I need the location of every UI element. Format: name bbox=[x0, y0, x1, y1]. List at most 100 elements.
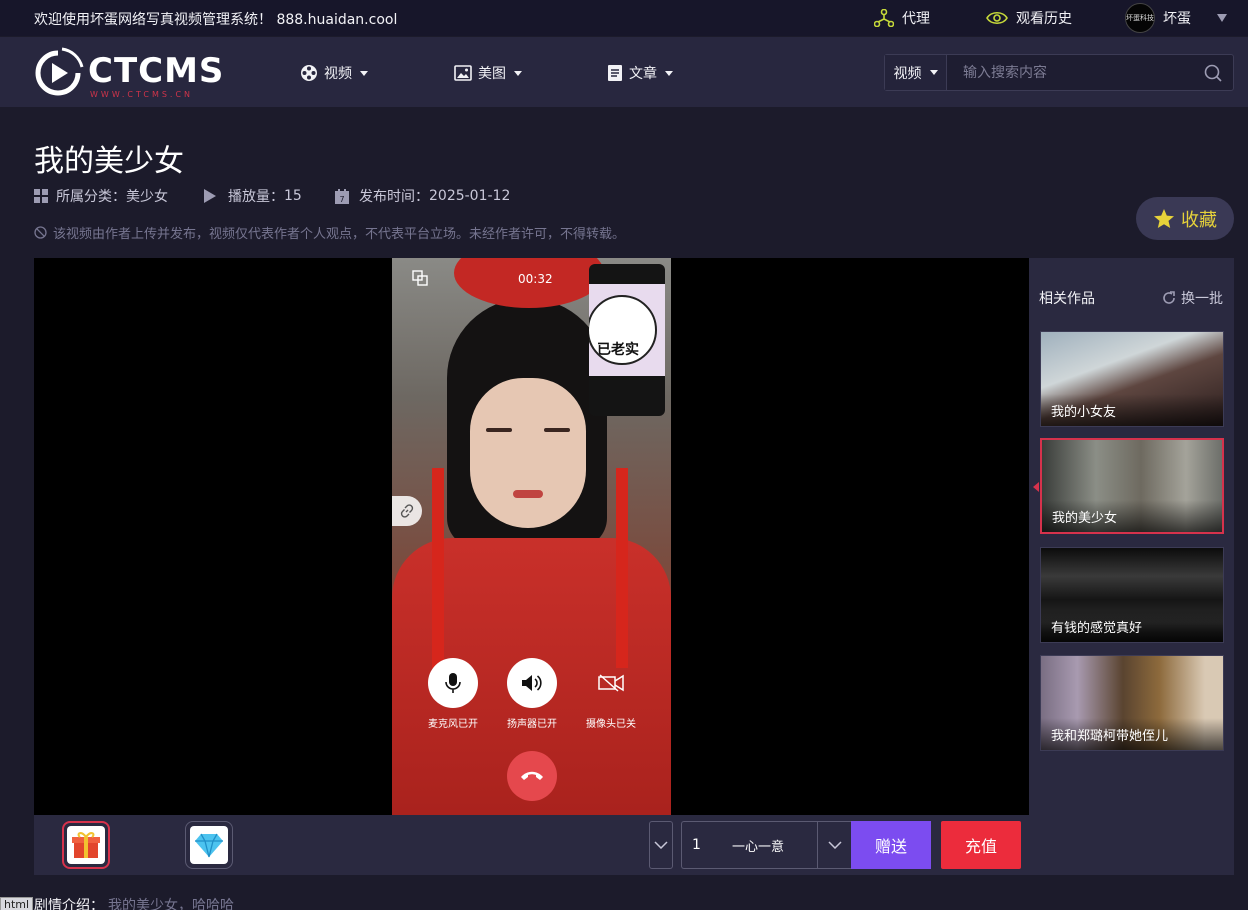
related-item[interactable]: 有钱的感觉真好 bbox=[1040, 547, 1224, 643]
category-label: 所属分类： bbox=[56, 189, 126, 205]
recharge-button[interactable]: 充值 bbox=[941, 821, 1021, 869]
mic-button[interactable] bbox=[428, 658, 478, 708]
video-player[interactable]: 00:32 已老实 麦克风已开 扬声器已开 摄像头已关 bbox=[34, 258, 1029, 815]
nav-articles-label: 文章 bbox=[629, 66, 657, 82]
history-link[interactable]: 观看历史 bbox=[986, 8, 1072, 28]
related-item[interactable]: 我的小女友 bbox=[1040, 331, 1224, 427]
link-icon bbox=[400, 504, 414, 518]
related-item[interactable]: 我和郑璐柯带她侄儿 bbox=[1040, 655, 1224, 751]
sticker-face-icon: 已老实 bbox=[589, 295, 657, 365]
top-bar: 欢迎使用坏蛋网络写真视频管理系统！ 888.huaidan.cool 代理 观看… bbox=[0, 0, 1248, 36]
related-heading: 相关作品 bbox=[1039, 291, 1095, 307]
grid-icon bbox=[34, 189, 48, 203]
related-item-title: 我和郑璐柯带她侄儿 bbox=[1041, 718, 1223, 750]
link-handle[interactable] bbox=[392, 496, 422, 526]
pip-window[interactable]: 已老实 bbox=[589, 264, 665, 416]
category-value[interactable]: 美少女 bbox=[126, 186, 168, 206]
category-meta: 所属分类： 美少女 bbox=[34, 186, 168, 206]
nav-video[interactable]: 视频 bbox=[300, 63, 368, 83]
favorite-button[interactable]: 收藏 bbox=[1136, 197, 1234, 240]
tassel bbox=[432, 468, 444, 668]
hangup-button[interactable] bbox=[507, 751, 557, 801]
prohibited-icon bbox=[34, 226, 47, 239]
gift-bar: 1 一心一意 赠送 充值 bbox=[34, 815, 1029, 875]
page-title: 我的美少女 bbox=[34, 144, 184, 179]
chevron-down-icon bbox=[654, 841, 668, 849]
diamond-icon bbox=[190, 826, 228, 864]
avatar-text: 坏蛋科技 bbox=[1126, 14, 1154, 22]
logo-play-icon bbox=[35, 47, 84, 96]
search-button[interactable] bbox=[1193, 55, 1233, 90]
related-sidebar: 相关作品 换一批 我的小女友 我的美少女 有钱的感觉真好 我和郑璐柯带她侄儿 bbox=[1029, 258, 1234, 875]
logo-subtext: WWW.CTCMS.CN bbox=[90, 90, 194, 99]
related-item[interactable]: 我的美少女 bbox=[1040, 438, 1224, 534]
search-input[interactable] bbox=[947, 55, 1193, 90]
camera-off-icon bbox=[598, 674, 624, 692]
nav-video-label: 视频 bbox=[324, 66, 352, 82]
quantity-dropdown[interactable] bbox=[817, 822, 851, 868]
subject-eye bbox=[486, 428, 512, 432]
plays-label: 播放量： bbox=[228, 189, 284, 205]
copyright-notice: 该视频由作者上传并发布，视频仅代表作者个人观点，不代表平台立场。未经作者许可，不… bbox=[34, 223, 625, 242]
video-frame[interactable]: 00:32 已老实 麦克风已开 扬声器已开 摄像头已关 bbox=[392, 258, 671, 815]
gift-box-option[interactable] bbox=[62, 821, 110, 869]
plays-meta: 播放量： 15 bbox=[204, 186, 302, 206]
date-meta: 7 发布时间： 2025-01-12 bbox=[335, 186, 510, 206]
welcome-text: 欢迎使用坏蛋网络写真视频管理系统！ 888.huaidan.cool bbox=[34, 12, 398, 28]
phone-hangup-icon bbox=[521, 771, 543, 780]
user-menu[interactable]: 坏蛋科技 坏蛋 bbox=[1125, 3, 1191, 33]
date-value: 2025-01-12 bbox=[429, 188, 511, 204]
caret-down-icon bbox=[514, 70, 522, 76]
refresh-button[interactable]: 换一批 bbox=[1161, 288, 1223, 308]
mic-label: 麦克风已开 bbox=[428, 719, 478, 730]
username: 坏蛋 bbox=[1163, 11, 1191, 27]
search-type-label: 视频 bbox=[893, 65, 922, 82]
svg-text:7: 7 bbox=[339, 195, 344, 204]
intro-text: 我的美少女，哈哈哈 bbox=[108, 898, 234, 910]
network-icon bbox=[874, 9, 894, 27]
gift-type-dropdown[interactable] bbox=[649, 821, 673, 869]
send-gift-button[interactable]: 赠送 bbox=[851, 821, 931, 869]
search-bar: 视频 bbox=[884, 54, 1234, 91]
speaker-icon bbox=[522, 675, 542, 691]
history-label: 观看历史 bbox=[1016, 11, 1072, 27]
caret-down-icon bbox=[360, 70, 368, 76]
nav-images-label: 美图 bbox=[478, 66, 506, 82]
site-logo[interactable]: CTCMS WWW.CTCMS.CN bbox=[32, 47, 223, 99]
call-timer: 00:32 bbox=[518, 272, 553, 286]
logo-text: CTCMS bbox=[88, 51, 225, 91]
gift-box-icon bbox=[67, 826, 105, 864]
search-type-select[interactable]: 视频 bbox=[885, 55, 947, 90]
related-item-title: 我的小女友 bbox=[1041, 394, 1223, 426]
tassel bbox=[616, 468, 628, 668]
date-label: 发布时间： bbox=[359, 189, 429, 205]
diamond-option[interactable] bbox=[185, 821, 233, 869]
chevron-down-icon[interactable] bbox=[1216, 13, 1228, 23]
calendar-icon: 7 bbox=[335, 188, 349, 204]
related-item-title: 有钱的感觉真好 bbox=[1041, 610, 1223, 642]
intro-label: 剧情介绍： bbox=[34, 898, 104, 910]
film-reel-icon bbox=[301, 65, 317, 81]
favorite-label: 收藏 bbox=[1181, 209, 1217, 231]
caret-down-icon bbox=[665, 70, 673, 76]
plot-intro: 剧情介绍： 我的美少女，哈哈哈 bbox=[34, 895, 234, 910]
pip-sticker: 已老实 bbox=[589, 284, 665, 376]
quantity-select[interactable]: 1 一心一意 bbox=[681, 821, 851, 869]
nav-articles[interactable]: 文章 bbox=[607, 63, 673, 83]
search-icon bbox=[1204, 64, 1222, 82]
play-icon bbox=[204, 189, 216, 203]
refresh-icon bbox=[1163, 291, 1175, 304]
caret-down-icon bbox=[929, 70, 938, 75]
agent-link[interactable]: 代理 bbox=[874, 8, 930, 28]
camera-button[interactable] bbox=[586, 658, 636, 708]
active-pointer-icon bbox=[1033, 482, 1039, 492]
subject-lips bbox=[513, 490, 543, 498]
debug-html-tag: html bbox=[0, 897, 34, 910]
nav-images[interactable]: 美图 bbox=[454, 63, 522, 83]
star-icon bbox=[1154, 209, 1174, 228]
notice-text: 该视频由作者上传并发布，视频仅代表作者个人观点，不代表平台立场。未经作者许可，不… bbox=[53, 227, 626, 242]
chevron-down-icon bbox=[827, 841, 842, 849]
plays-value: 15 bbox=[284, 188, 302, 204]
speaker-button[interactable] bbox=[507, 658, 557, 708]
screen-rotate-icon[interactable] bbox=[412, 270, 428, 286]
